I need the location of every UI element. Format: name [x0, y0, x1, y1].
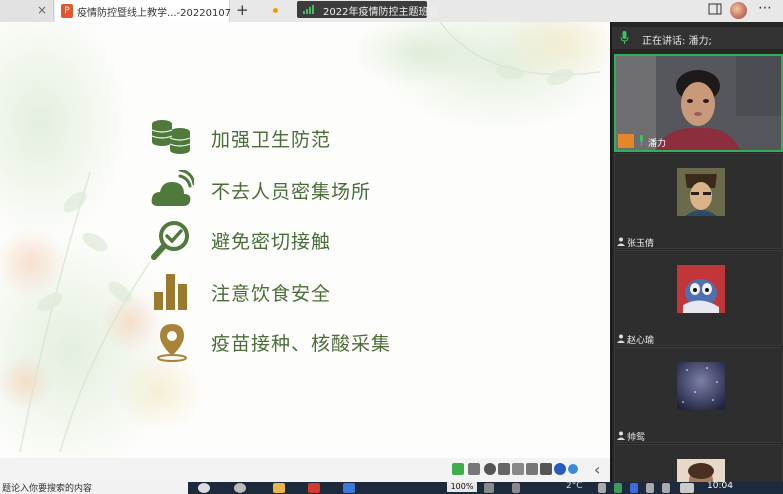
slide-toolbar: ‹ [0, 458, 610, 482]
taskbar-search[interactable]: 题论入你要搜索的内容 [0, 482, 188, 494]
person-icon [617, 237, 625, 246]
coin-stack-icon [151, 120, 191, 154]
meeting-title: 2022年疫情防控主题班会 [323, 7, 439, 18]
slide-item-avoid-crowds: 不去人员密集场所 [150, 170, 450, 210]
clock[interactable]: 10:04 [707, 482, 733, 491]
tray-icon[interactable] [630, 483, 638, 493]
slide-item-text: 疫苗接种、核酸采集 [211, 333, 392, 355]
participant-tile[interactable]: 赵心瑜 [614, 250, 783, 346]
tab-status-dot [273, 8, 278, 13]
slide-item-food-safety: 注意饮食安全 [150, 272, 450, 312]
participant-name: 帅鸳 [627, 433, 646, 443]
host-name: 潘力 [648, 139, 667, 149]
magnifier-check-icon [151, 221, 189, 260]
participant-tile[interactable]: 帅鸳 [614, 347, 783, 443]
active-tab[interactable]: P 疫情防控暨线上教学...-20220107 [55, 0, 278, 22]
slide-item-avoid-contact: 避免密切接触 [150, 220, 450, 260]
moon-icon[interactable] [484, 463, 496, 475]
bag-icon[interactable] [526, 463, 538, 475]
tray-icon[interactable] [598, 483, 606, 493]
signal-icon [303, 5, 314, 14]
volume-icon[interactable] [662, 483, 670, 493]
new-tab-button[interactable]: + [236, 1, 249, 19]
search-placeholder: 题论入你要搜索的内容 [2, 484, 93, 494]
zoom-level[interactable]: 100% [447, 482, 477, 492]
tool-icon[interactable] [540, 463, 552, 475]
collapse-panel-button[interactable]: ‹ [594, 460, 600, 479]
microphone-icon [620, 31, 629, 44]
keyboard-icon[interactable] [468, 463, 480, 475]
weather-temperature[interactable]: 2°C [566, 482, 583, 491]
speaking-label: 正在讲话: 潘力; [642, 36, 712, 47]
person-icon [617, 431, 625, 440]
slide-item-text: 避免密切接触 [211, 231, 332, 253]
slide-item-vaccination: 疫苗接种、核酸采集 [150, 322, 450, 362]
meeting-app-icon[interactable] [343, 483, 355, 493]
cloud-signal-icon [151, 170, 194, 206]
windows-taskbar: 题论入你要搜索的内容 100% 2°C 10:04 [0, 482, 783, 494]
wps-icon[interactable] [308, 483, 320, 493]
tray-icon[interactable] [614, 483, 622, 493]
map-pin-icon [157, 324, 187, 362]
ppt-file-icon: P [61, 4, 73, 18]
meeting-title-bar[interactable]: 2022年疫情防控主题班会 [297, 1, 438, 18]
participant-name: 张玉倩 [627, 239, 655, 249]
camera-feed: 潘力 [616, 56, 781, 150]
slide-item-hygiene: 加强卫生防范 [150, 118, 450, 158]
tray-icon[interactable] [484, 483, 494, 493]
more-menu-icon[interactable]: ⋯ [758, 0, 772, 16]
input-method-icon[interactable] [680, 483, 694, 493]
participant-avatar [677, 168, 725, 216]
task-view-icon[interactable] [234, 483, 246, 493]
slide-item-text: 不去人员密集场所 [211, 181, 372, 203]
person-icon [617, 334, 625, 343]
user-avatar[interactable] [730, 2, 747, 19]
participant-avatar [677, 265, 725, 313]
previous-tab[interactable]: × [0, 0, 54, 22]
help-icon[interactable] [554, 463, 566, 475]
sidebar-toggle-icon[interactable] [708, 3, 722, 15]
close-tab-icon[interactable]: × [37, 3, 47, 17]
slide-item-text: 注意饮食安全 [211, 283, 332, 305]
cortana-icon[interactable] [198, 483, 210, 493]
screen: × P 疫情防控暨线上教学...-20220107 + 2022年疫情防控主题班… [0, 0, 783, 494]
participant-name: 赵心瑜 [627, 336, 655, 346]
slide-item-text: 加强卫生防范 [211, 129, 332, 151]
microphone-icon [640, 135, 643, 146]
host-badge-icon [618, 134, 634, 148]
browser-tab-strip: × P 疫情防控暨线上教学...-20220107 + 2022年疫情防控主题班… [0, 0, 783, 22]
network-icon[interactable] [646, 483, 654, 493]
host-video-tile[interactable]: 潘力 [614, 54, 783, 152]
participant-avatar [677, 362, 725, 410]
tray-icon[interactable] [512, 483, 520, 493]
participant-panel: 正在讲话: 潘力; 潘力 张玉倩 赵心瑜 帅鸳 [610, 22, 783, 494]
gesture-icon[interactable] [498, 463, 510, 475]
screen-share-icon[interactable] [452, 463, 464, 475]
bar-chart-icon [154, 274, 187, 310]
participant-tile[interactable]: 张玉倩 [614, 153, 783, 249]
file-explorer-icon[interactable] [273, 483, 285, 493]
presentation-slide: 加强卫生防范 不去人员密集场所 避免密切接触 注意饮食安全 疫苗接种、核酸采集 [0, 22, 610, 458]
settings-icon[interactable] [568, 464, 578, 474]
keyboard-layout-icon[interactable] [512, 463, 524, 475]
tab-title: 疫情防控暨线上教学...-20220107 [77, 8, 232, 19]
speaking-indicator: 正在讲话: 潘力; [612, 27, 783, 49]
